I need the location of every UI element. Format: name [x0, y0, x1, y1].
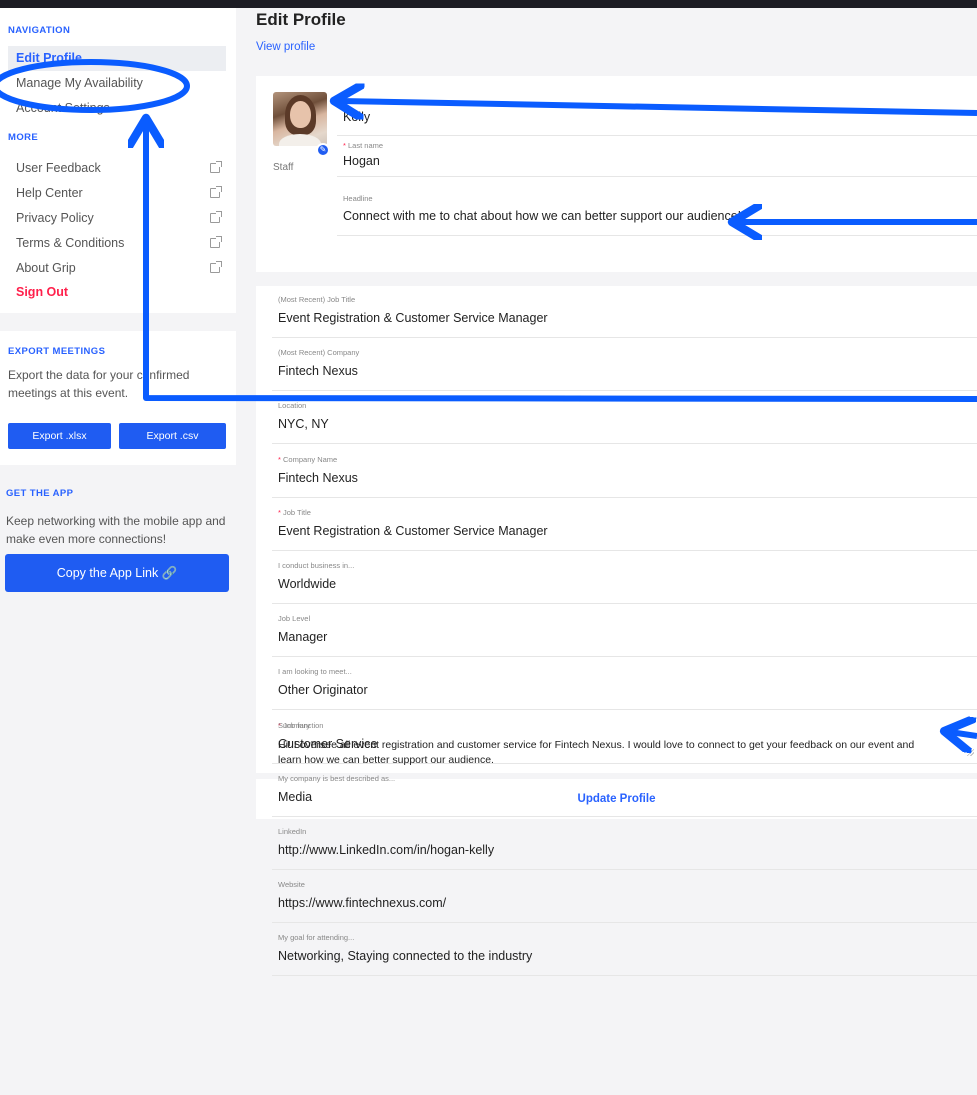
sidebar-item-label: Terms & Conditions: [16, 236, 125, 250]
sign-out-label: Sign Out: [16, 285, 69, 299]
profile-field[interactable]: My goal for attending... Networking, Stay…: [272, 932, 977, 976]
profile-field[interactable]: * Company Name Fintech Nexus: [272, 454, 977, 498]
export-xlsx-button[interactable]: Export .xlsx: [8, 423, 111, 449]
last-name-field[interactable]: * Last name Hogan: [337, 140, 977, 177]
field-value: Fintech Nexus: [278, 364, 358, 378]
sidebar-item-manage-availability[interactable]: Manage My Availability: [8, 71, 226, 96]
avatar[interactable]: [273, 92, 327, 146]
sidebar-item-edit-profile[interactable]: Edit Profile: [8, 46, 226, 71]
field-value: Networking, Staying connected to the ind…: [278, 949, 533, 963]
field-value: Other Originator: [278, 683, 368, 697]
sidebar-item-label: Privacy Policy: [16, 211, 94, 225]
external-link-icon: [210, 261, 222, 273]
field-label: Company Name: [283, 455, 338, 464]
field-label: I am looking to meet...: [278, 667, 352, 676]
sidebar-item-account-settings[interactable]: Account Settings: [8, 96, 226, 121]
get-app-title: GET THE APP: [6, 488, 74, 499]
navigation-title: NAVIGATION: [8, 25, 71, 36]
field-value: NYC, NY: [278, 417, 329, 431]
external-link-icon: [210, 161, 222, 173]
update-profile-button[interactable]: Update Profile: [256, 779, 977, 819]
profile-field[interactable]: Website https://www.fintechnexus.com/: [272, 879, 977, 923]
field-label: (Most Recent) Job Title: [278, 295, 356, 304]
copy-app-link-button[interactable]: Copy the App Link 🔗: [5, 554, 229, 592]
get-app-description: Keep networking with the mobile app and …: [6, 514, 226, 546]
sidebar-item-label: Edit Profile: [16, 51, 82, 65]
headline-field[interactable]: Headline Connect with me to chat about h…: [337, 193, 977, 236]
summary-field[interactable]: Summary Hi! I oversee all event registra…: [278, 720, 977, 772]
field-label: Location: [278, 401, 307, 410]
headline-value: Connect with me to chat about how we can…: [343, 209, 742, 223]
profile-field[interactable]: Location NYC, NY: [272, 400, 977, 444]
export-csv-button[interactable]: Export .csv: [119, 423, 226, 449]
sidebar-item-user-feedback[interactable]: User Feedback: [8, 156, 226, 181]
first-name-value: Kelly: [343, 110, 371, 124]
field-value: Manager: [278, 630, 328, 644]
external-link-icon: [210, 186, 222, 198]
field-value: Fintech Nexus: [278, 471, 358, 485]
external-link-icon: [210, 236, 222, 248]
sidebar-item-label: User Feedback: [16, 161, 101, 175]
last-name-label: Last name: [348, 141, 384, 150]
profile-field[interactable]: (Most Recent) Company Fintech Nexus: [272, 347, 977, 391]
summary-value: Hi! I oversee all event registration and…: [278, 739, 915, 766]
sign-out-link[interactable]: Sign Out: [8, 280, 226, 305]
field-label: Website: [278, 880, 305, 889]
field-label: Job Level: [278, 614, 311, 623]
sidebar-item-label: Account Settings: [16, 101, 110, 115]
field-value: Worldwide: [278, 577, 337, 591]
more-title: MORE: [8, 132, 39, 143]
field-value: Event Registration & Customer Service Ma…: [278, 524, 548, 538]
profile-field[interactable]: I am looking to meet... Other Originator: [272, 666, 977, 710]
profile-role: Staff: [273, 162, 294, 173]
view-profile-link[interactable]: View profile: [256, 41, 315, 53]
field-value: Event Registration & Customer Service Ma…: [278, 311, 548, 325]
sidebar-item-help-center[interactable]: Help Center: [8, 181, 226, 206]
resize-handle-icon[interactable]: [966, 748, 974, 756]
profile-field[interactable]: LinkedIn http://www.LinkedIn.com/in/hogan…: [272, 826, 977, 870]
profile-field[interactable]: * Job Title Event Registration & Customer…: [272, 507, 977, 551]
export-description: Export the data for your confirmed meeti…: [8, 368, 190, 400]
profile-field[interactable]: Job Level Manager: [272, 613, 977, 657]
field-label: My goal for attending...: [278, 933, 355, 942]
sidebar-nav-card: NAVIGATION Edit Profile Manage My Availa…: [0, 8, 236, 313]
sidebar-item-terms[interactable]: Terms & Conditions: [8, 231, 226, 256]
field-label: I conduct business in...: [278, 561, 355, 570]
sidebar-item-label: About Grip: [16, 261, 76, 275]
external-link-icon: [210, 211, 222, 223]
first-name-field[interactable]: Kelly: [337, 106, 977, 136]
sidebar-item-label: Manage My Availability: [16, 76, 143, 90]
page-title: Edit Profile: [256, 10, 346, 29]
sidebar-item-label: Help Center: [16, 186, 83, 200]
export-meetings-title: EXPORT MEETINGS: [8, 346, 106, 357]
profile-field[interactable]: I conduct business in... Worldwide: [272, 560, 977, 604]
last-name-value: Hogan: [343, 154, 380, 168]
sidebar-item-about-grip[interactable]: About Grip: [8, 256, 226, 281]
field-value: http://www.LinkedIn.com/in/hogan-kelly: [278, 843, 495, 857]
app-window: NAVIGATION Edit Profile Manage My Availa…: [0, 8, 977, 1095]
field-label: Job Title: [283, 508, 311, 517]
sidebar-item-privacy-policy[interactable]: Privacy Policy: [8, 206, 226, 231]
edit-photo-icon[interactable]: ✎: [316, 143, 330, 157]
headline-label: Headline: [343, 194, 373, 203]
field-value: https://www.fintechnexus.com/: [278, 896, 447, 910]
field-label: LinkedIn: [278, 827, 307, 836]
export-meetings-card: EXPORT MEETINGS Export the data for your…: [0, 331, 236, 465]
profile-field[interactable]: (Most Recent) Job Title Event Registratio…: [272, 294, 977, 338]
summary-label: Summary: [278, 721, 311, 730]
field-label: (Most Recent) Company: [278, 348, 360, 357]
